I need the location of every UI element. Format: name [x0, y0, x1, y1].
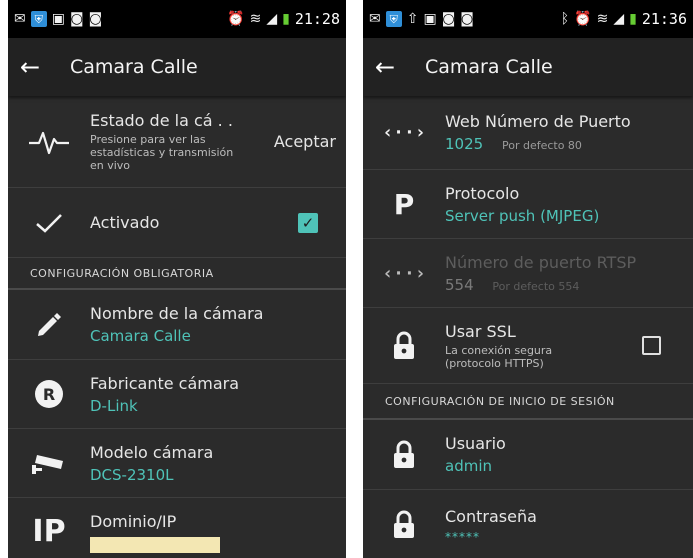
page-title: Camara Calle — [425, 56, 553, 78]
activated-checkbox[interactable]: ✓ — [298, 212, 318, 233]
camera-maker-row[interactable]: R Fabricante cámara D-Link — [8, 360, 346, 429]
protocol-row[interactable]: P Protocolo Server push (MJPEG) — [363, 170, 693, 239]
status-bar: ✉ ⛨ ▣ ◙ ◙ ⏰ ≋ ◢ ▮ 21:28 — [8, 0, 346, 38]
rtsp-port-value: 554 — [445, 275, 474, 294]
right-screen: ✉ ⛨ ⇧ ▣ ◙ ◙ ᛒ ⏰ ≋ ◢ ▮ 21:36 ← Camara Cal… — [363, 0, 693, 558]
signal-icon: ◢ — [613, 11, 625, 27]
pencil-icon — [8, 311, 90, 339]
lock-icon — [363, 510, 445, 540]
activated-label: Activado — [90, 213, 160, 232]
protocol-label: Protocolo — [445, 183, 520, 203]
password-label: Contraseña — [445, 506, 537, 526]
code-brackets-icon: ‹··› — [382, 262, 426, 284]
app-bar: ← Camara Calle — [8, 38, 346, 96]
battery-icon: ▮ — [629, 11, 637, 27]
camera-name-row[interactable]: Nombre de la cámara Camara Calle — [8, 290, 346, 360]
camera-status-title: Estado de la cá . . — [90, 111, 233, 130]
web-port-label: Web Número de Puerto — [445, 112, 631, 131]
camera-maker-value: D-Link — [90, 396, 138, 415]
code-brackets-icon: ‹··› — [382, 122, 426, 143]
username-value: admin — [445, 457, 492, 475]
ip-icon: IP — [32, 514, 66, 549]
username-label: Usuario — [445, 434, 506, 453]
shield-icon: ⛨ — [385, 11, 402, 27]
security-camera-icon — [8, 451, 90, 475]
shopping-bag-icon: ◙ — [460, 11, 474, 27]
use-ssl-label: Usar SSL — [445, 321, 516, 341]
camera-model-row[interactable]: Modelo cámara DCS-2310L — [8, 429, 346, 498]
web-port-value: 1025 — [445, 135, 484, 153]
heartbeat-icon — [8, 129, 90, 155]
activated-row[interactable]: Activado ✓ — [8, 188, 346, 258]
lock-icon — [363, 331, 445, 361]
domain-ip-label: Dominio/IP — [90, 512, 177, 531]
alarm-icon: ⏰ — [574, 11, 592, 27]
shopping-bag-icon: ◙ — [88, 11, 103, 27]
shield-icon: ⛨ — [30, 11, 47, 27]
upload-icon: ⇧ — [406, 11, 419, 27]
camera-status-row[interactable]: Estado de la cá . . Presione para ver la… — [8, 96, 346, 188]
shopping-bag-icon: ◙ — [441, 11, 456, 27]
app-bar: ← Camara Calle — [363, 38, 693, 96]
camera-maker-label: Fabricante cámara — [90, 373, 240, 393]
password-row[interactable]: Contraseña ***** — [363, 490, 693, 558]
camera-name-value: Camara Calle — [90, 327, 191, 345]
protocol-value: Server push (MJPEG) — [445, 206, 600, 225]
domain-ip-row[interactable]: IP Dominio/IP — [8, 498, 346, 558]
rtsp-port-default-hint: Por defecto 554 — [492, 279, 580, 293]
rtsp-port-row: ‹··› Número de puerto RTSP 554 Por defec… — [363, 239, 693, 308]
alarm-icon: ⏰ — [227, 11, 245, 27]
wifi-icon: ≋ — [249, 11, 262, 27]
bluetooth-icon: ᛒ — [560, 11, 570, 27]
checkmark-icon — [8, 212, 90, 234]
back-arrow-icon[interactable]: ← — [20, 53, 50, 81]
web-port-default-hint: Por defecto 80 — [501, 139, 582, 152]
battery-icon: ▮ — [282, 11, 290, 27]
use-ssl-row[interactable]: Usar SSL La conexión segura (protocolo H… — [363, 308, 693, 384]
email-icon: ✉ — [14, 11, 26, 27]
web-port-row[interactable]: ‹··› Web Número de Puerto 1025 Por defec… — [363, 96, 693, 170]
signal-icon: ◢ — [266, 11, 278, 27]
camera-name-label: Nombre de la cámara — [90, 304, 264, 323]
page-title: Camara Calle — [70, 56, 198, 78]
email-icon: ✉ — [369, 11, 381, 27]
camera-status-subtitle: Presione para ver las estadísticas y tra… — [90, 133, 234, 172]
use-ssl-subtitle: La conexión segura (protocolo HTTPS) — [445, 343, 553, 370]
left-screen: ✉ ⛨ ▣ ◙ ◙ ⏰ ≋ ◢ ▮ 21:28 ← Camara Calle E… — [8, 0, 346, 558]
image-icon: ▣ — [51, 11, 65, 27]
camera-model-label: Modelo cámara — [90, 442, 214, 462]
image-icon: ▣ — [423, 11, 437, 27]
wifi-icon: ≋ — [596, 11, 609, 27]
registered-icon: R — [35, 380, 63, 408]
camera-model-value: DCS-2310L — [90, 465, 174, 484]
username-row[interactable]: Usuario admin — [363, 420, 693, 490]
lock-icon — [363, 440, 445, 470]
password-value: ***** — [445, 529, 480, 544]
back-arrow-icon[interactable]: ← — [375, 53, 405, 81]
rtsp-port-label: Número de puerto RTSP — [445, 252, 637, 272]
use-ssl-checkbox[interactable] — [642, 336, 661, 355]
clock: 21:36 — [641, 10, 687, 28]
accept-button[interactable]: Aceptar — [274, 132, 336, 151]
status-bar: ✉ ⛨ ⇧ ▣ ◙ ◙ ᛒ ⏰ ≋ ◢ ▮ 21:36 — [363, 0, 693, 38]
protocol-icon: P — [393, 187, 415, 221]
section-header-mandatory: CONFIGURACIÓN OBLIGATORIA — [8, 258, 346, 290]
shopping-bag-icon: ◙ — [69, 11, 84, 27]
domain-ip-field[interactable] — [90, 537, 220, 553]
section-header-login: CONFIGURACIÓN DE INICIO DE SESIÓN — [363, 384, 693, 420]
clock: 21:28 — [294, 10, 340, 28]
